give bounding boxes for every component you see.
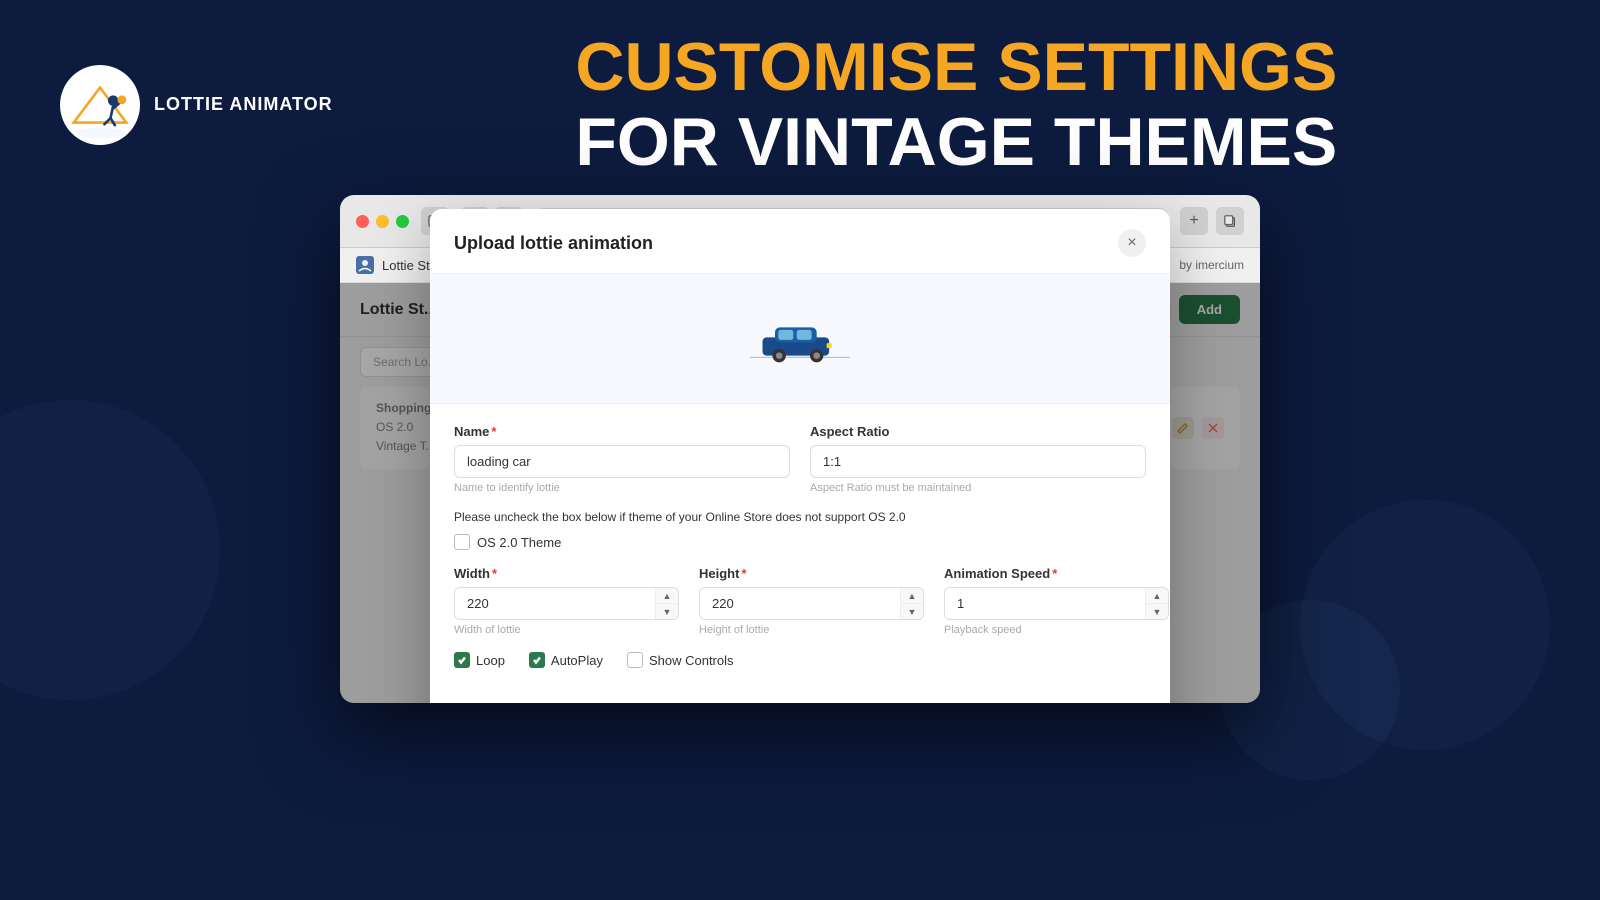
- autoplay-label: AutoPlay: [551, 653, 603, 668]
- modal-header: Upload lottie animation ×: [430, 209, 1170, 274]
- width-spinner: ▲ ▼: [454, 587, 679, 620]
- show-controls-checkbox-item: Show Controls: [627, 652, 734, 668]
- os-checkbox-row: OS 2.0 Theme: [454, 534, 1146, 550]
- copy-tab-button[interactable]: [1216, 207, 1244, 235]
- browser-window: Search or enter website name + Lottie St…: [340, 195, 1260, 703]
- title-line2: FOR VINTAGE THEMES: [373, 105, 1540, 180]
- loop-checkbox[interactable]: [454, 652, 470, 668]
- close-traffic-light[interactable]: [356, 215, 369, 228]
- height-increment-button[interactable]: ▲: [901, 588, 923, 604]
- show-controls-checkbox[interactable]: [627, 652, 643, 668]
- name-hint: Name to identify lottie: [454, 482, 790, 494]
- speed-spinner-buttons: ▲ ▼: [1145, 588, 1168, 619]
- modal-body: Name* Name to identify lottie Aspect Rat…: [430, 404, 1170, 703]
- speed-increment-button[interactable]: ▲: [1146, 588, 1168, 604]
- traffic-lights: [356, 215, 409, 228]
- aspect-ratio-hint: Aspect Ratio must be maintained: [810, 482, 1146, 494]
- width-label: Width*: [454, 566, 679, 581]
- title-line1: CUSTOMISE SETTINGS: [373, 30, 1540, 105]
- animation-preview: [430, 274, 1170, 404]
- modal-title: Upload lottie animation: [454, 233, 653, 254]
- new-tab-button[interactable]: +: [1180, 207, 1208, 235]
- width-hint: Width of lottie: [454, 624, 679, 636]
- width-input[interactable]: [455, 588, 655, 619]
- speed-spinner: ▲ ▼: [944, 587, 1169, 620]
- autoplay-checkbox-item: AutoPlay: [529, 652, 603, 668]
- os-checkbox[interactable]: [454, 534, 470, 550]
- height-spinner-buttons: ▲ ▼: [900, 588, 923, 619]
- height-decrement-button[interactable]: ▼: [901, 604, 923, 619]
- form-group-aspect: Aspect Ratio Aspect Ratio must be mainta…: [810, 424, 1146, 494]
- header-title: CUSTOMISE SETTINGS FOR VINTAGE THEMES: [373, 30, 1540, 180]
- form-group-name: Name* Name to identify lottie: [454, 424, 790, 494]
- height-spinner: ▲ ▼: [699, 587, 924, 620]
- modal-close-button[interactable]: ×: [1118, 229, 1146, 257]
- upload-modal: Upload lottie animation ×: [430, 209, 1170, 703]
- modal-overlay: Upload lottie animation ×: [340, 283, 1260, 703]
- extension-icon: [356, 256, 374, 274]
- width-spinner-buttons: ▲ ▼: [655, 588, 678, 619]
- width-increment-button[interactable]: ▲: [656, 588, 678, 604]
- speed-decrement-button[interactable]: ▼: [1146, 604, 1168, 619]
- form-row-dimensions: Width* ▲ ▼ Width of lottie: [454, 566, 1146, 636]
- loop-label: Loop: [476, 653, 505, 668]
- page-header: LOTTIE ANIMATOR CUSTOMISE SETTINGS FOR V…: [0, 0, 1600, 210]
- width-decrement-button[interactable]: ▼: [656, 604, 678, 619]
- speed-input[interactable]: [945, 588, 1145, 619]
- minimize-traffic-light[interactable]: [376, 215, 389, 228]
- speed-label: Animation Speed*: [944, 566, 1169, 581]
- os-checkbox-label: OS 2.0 Theme: [477, 535, 561, 550]
- car-animation-svg: [750, 314, 850, 364]
- extension-author: by imercium: [1179, 258, 1244, 272]
- maximize-traffic-light[interactable]: [396, 215, 409, 228]
- autoplay-checkbox[interactable]: [529, 652, 545, 668]
- bg-decor-1: [0, 400, 220, 700]
- name-label: Name*: [454, 424, 790, 439]
- show-controls-label: Show Controls: [649, 653, 734, 668]
- height-hint: Height of lottie: [699, 624, 924, 636]
- logo-text: LOTTIE ANIMATOR: [154, 93, 333, 116]
- aspect-ratio-label: Aspect Ratio: [810, 424, 1146, 439]
- aspect-ratio-input[interactable]: [810, 445, 1146, 478]
- checkboxes-row: Loop AutoPlay Show Controls: [454, 652, 1146, 668]
- browser-actions: +: [1180, 207, 1244, 235]
- name-input[interactable]: [454, 445, 790, 478]
- logo-container: LOTTIE ANIMATOR: [60, 65, 333, 145]
- os-warning-text: Please uncheck the box below if theme of…: [454, 510, 1146, 524]
- form-group-width: Width* ▲ ▼ Width of lottie: [454, 566, 679, 636]
- form-group-height: Height* ▲ ▼ Height of lottie: [699, 566, 924, 636]
- loop-checkbox-item: Loop: [454, 652, 505, 668]
- form-row-name-aspect: Name* Name to identify lottie Aspect Rat…: [454, 424, 1146, 494]
- speed-hint: Playback speed: [944, 624, 1169, 636]
- logo-icon: [60, 65, 140, 145]
- height-input[interactable]: [700, 588, 900, 619]
- browser-body: Lottie St... Add Search Lo... Shopping..…: [340, 283, 1260, 703]
- height-label: Height*: [699, 566, 924, 581]
- form-group-speed: Animation Speed* ▲ ▼ Playback speed: [944, 566, 1169, 636]
